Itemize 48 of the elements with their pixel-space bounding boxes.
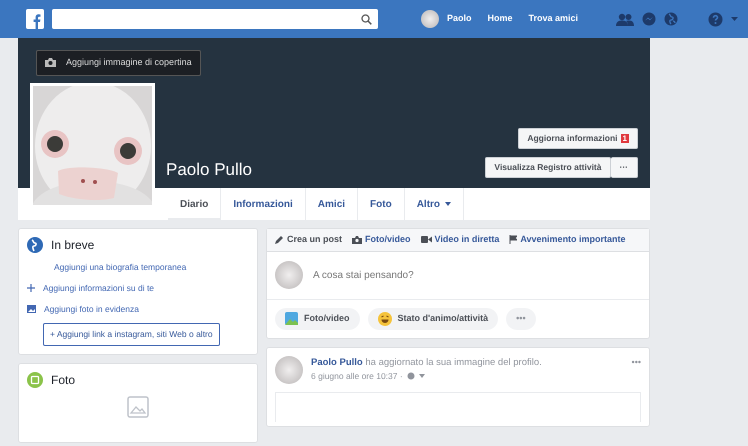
camera-icon xyxy=(45,58,56,68)
pencil-icon xyxy=(275,235,284,244)
nav-link[interactable]: Home xyxy=(487,12,512,26)
activity-log-button[interactable]: Visualizza Registro attività xyxy=(485,157,610,178)
post-time: 6 giugno alle ore 10:37 · xyxy=(311,370,403,382)
action-button[interactable]: Foto/video xyxy=(275,308,360,330)
smiley-icon xyxy=(378,312,392,326)
more-button[interactable]: ··· xyxy=(610,157,638,178)
composer-tab[interactable]: Foto/video xyxy=(352,233,411,246)
messenger-icon[interactable] xyxy=(642,12,656,26)
avatar xyxy=(275,261,303,289)
composer-tab[interactable]: Crea un post xyxy=(275,233,342,246)
composer-tab[interactable]: Avvenimento importante xyxy=(509,233,626,246)
intro-link[interactable]: Aggiungi una biografia temporanea xyxy=(54,261,186,274)
card-title: In breve xyxy=(51,238,94,252)
plus-icon xyxy=(27,284,35,292)
action-button[interactable]: Stato d'animo/attività xyxy=(368,308,498,330)
image-placeholder-icon xyxy=(127,396,149,418)
profile-name: Paolo Pullo xyxy=(166,160,252,180)
search-icon[interactable] xyxy=(361,14,372,24)
card-title: Foto xyxy=(51,372,76,388)
photo-icon xyxy=(27,304,36,313)
notification-count: 1 xyxy=(620,134,629,144)
add-cover-button[interactable]: Aggiungi immagine di copertina xyxy=(36,50,201,76)
facebook-logo-icon[interactable] xyxy=(26,9,44,29)
composer-tab[interactable]: Video in diretta xyxy=(420,233,500,246)
intro-link[interactable]: Aggiungi foto in evidenza xyxy=(44,302,139,316)
photo-icon xyxy=(27,372,43,388)
nav-link[interactable]: Trova amici xyxy=(528,12,578,26)
avatar[interactable] xyxy=(420,10,439,28)
camera-icon xyxy=(352,236,362,244)
caret-icon[interactable] xyxy=(731,17,738,21)
add-link-button[interactable]: + Aggiungi link a instagram, siti Web o altro xyxy=(43,323,220,346)
update-info-button[interactable]: Aggiorna informazioni 1 xyxy=(518,128,638,150)
flag-icon xyxy=(509,235,518,244)
caret-icon[interactable] xyxy=(418,374,425,378)
photo-icon xyxy=(285,312,298,325)
friends-icon[interactable] xyxy=(616,12,634,26)
avatar xyxy=(275,356,303,384)
profile-tab[interactable]: Diario xyxy=(168,188,222,220)
video-icon xyxy=(420,236,432,244)
intro-link[interactable]: Aggiungi informazioni su di te xyxy=(43,282,154,294)
author-link[interactable]: Paolo Pullo xyxy=(311,356,363,368)
post-headline: Paolo Pullo ha aggiornato la sua immagine del profilo. xyxy=(311,356,543,370)
caret-icon xyxy=(445,202,452,206)
search-field[interactable] xyxy=(52,9,378,29)
help-icon[interactable] xyxy=(708,12,723,26)
profile-link[interactable]: Paolo xyxy=(446,12,472,26)
